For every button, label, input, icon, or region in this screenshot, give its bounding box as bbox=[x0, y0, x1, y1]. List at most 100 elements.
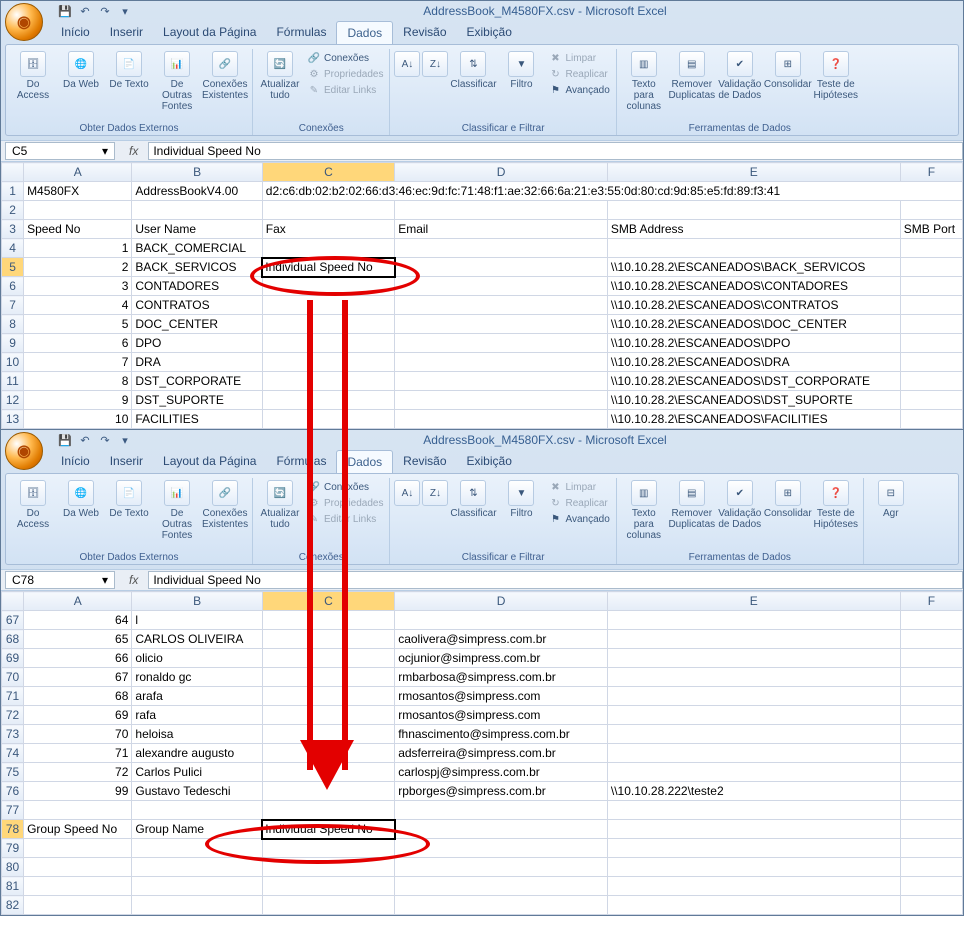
cell[interactable] bbox=[607, 687, 900, 706]
cell[interactable]: 69 bbox=[24, 706, 132, 725]
sort-desc-button[interactable]: Z↓ bbox=[424, 51, 446, 79]
cell[interactable]: \\10.10.28.2\ESCANEADOS\CONTRATOS bbox=[607, 296, 900, 315]
cell[interactable] bbox=[262, 687, 394, 706]
cell[interactable]: 68 bbox=[24, 687, 132, 706]
cell[interactable] bbox=[262, 410, 394, 429]
cell[interactable]: caolivera@simpress.com.br bbox=[395, 630, 608, 649]
cell[interactable] bbox=[395, 315, 608, 334]
cell[interactable] bbox=[262, 782, 394, 801]
cell[interactable] bbox=[900, 611, 962, 630]
cell[interactable] bbox=[900, 334, 962, 353]
office-button[interactable]: ◉ bbox=[5, 432, 43, 470]
row-header[interactable]: 68 bbox=[2, 630, 24, 649]
cell[interactable]: d2:c6:db:02:b2:02:66:d3:46:ec:9d:fc:71:4… bbox=[262, 182, 962, 201]
cell[interactable] bbox=[607, 725, 900, 744]
col-header-F[interactable]: F bbox=[900, 163, 962, 182]
row-header[interactable]: 74 bbox=[2, 744, 24, 763]
cell[interactable]: 5 bbox=[24, 315, 132, 334]
cell[interactable]: BACK_COMERCIAL bbox=[132, 239, 262, 258]
remove-dup-button[interactable]: ▤Remover Duplicatas bbox=[671, 480, 713, 530]
cell[interactable]: 71 bbox=[24, 744, 132, 763]
existing-conn-button[interactable]: 🔗Conexões Existentes bbox=[204, 51, 246, 101]
cell[interactable] bbox=[395, 372, 608, 391]
row-header[interactable]: 13 bbox=[2, 410, 24, 429]
tab-formulas[interactable]: Fórmulas bbox=[266, 21, 336, 44]
cell[interactable] bbox=[900, 877, 962, 896]
cell[interactable]: 10 bbox=[24, 410, 132, 429]
cell[interactable]: Gustavo Tedeschi bbox=[132, 782, 262, 801]
row-header[interactable]: 1 bbox=[2, 182, 24, 201]
row-header[interactable]: 76 bbox=[2, 782, 24, 801]
from-other-button[interactable]: 📊De Outras Fontes bbox=[156, 480, 198, 541]
cell[interactable] bbox=[900, 782, 962, 801]
tab-insert[interactable]: Inserir bbox=[100, 450, 153, 473]
cell[interactable]: DST_CORPORATE bbox=[132, 372, 262, 391]
cell[interactable] bbox=[132, 896, 262, 915]
cell[interactable]: 6 bbox=[24, 334, 132, 353]
data-validation-button[interactable]: ✔Validação de Dados bbox=[719, 480, 761, 530]
sort-desc-button[interactable]: Z↓ bbox=[424, 480, 446, 508]
col-header-A[interactable]: A bbox=[24, 163, 132, 182]
cell[interactable] bbox=[262, 649, 394, 668]
cell[interactable]: 66 bbox=[24, 649, 132, 668]
edit-links-button[interactable]: ✎Editar Links bbox=[307, 512, 383, 526]
cell[interactable] bbox=[900, 668, 962, 687]
cell[interactable] bbox=[262, 763, 394, 782]
save-icon[interactable]: 💾 bbox=[57, 3, 73, 19]
cell[interactable] bbox=[900, 801, 962, 820]
cell[interactable] bbox=[262, 801, 394, 820]
cell[interactable] bbox=[24, 896, 132, 915]
cell[interactable]: 9 bbox=[24, 391, 132, 410]
cell[interactable] bbox=[900, 258, 962, 277]
cell[interactable] bbox=[262, 706, 394, 725]
column-headers[interactable]: A B C D E F bbox=[2, 592, 963, 611]
redo-icon[interactable]: ↷ bbox=[97, 432, 113, 448]
reapply-button[interactable]: ↻Reaplicar bbox=[548, 67, 609, 81]
cell[interactable] bbox=[395, 353, 608, 372]
cell[interactable]: Group Speed No bbox=[24, 820, 132, 839]
cell[interactable]: \\10.10.28.2\ESCANEADOS\DRA bbox=[607, 353, 900, 372]
cell[interactable]: DPO bbox=[132, 334, 262, 353]
cell[interactable]: CONTADORES bbox=[132, 277, 262, 296]
sort-button[interactable]: ⇅Classificar bbox=[452, 51, 494, 90]
tab-layout[interactable]: Layout da Página bbox=[153, 450, 266, 473]
cell[interactable]: ronaldo gc bbox=[132, 668, 262, 687]
cell[interactable] bbox=[262, 334, 394, 353]
name-box[interactable]: C5▾ bbox=[5, 142, 115, 160]
cell[interactable] bbox=[132, 801, 262, 820]
col-header-D[interactable]: D bbox=[395, 592, 608, 611]
row-header[interactable]: 2 bbox=[2, 201, 24, 220]
row-header[interactable]: 9 bbox=[2, 334, 24, 353]
cell[interactable] bbox=[262, 315, 394, 334]
filter-button[interactable]: ▼Filtro bbox=[500, 51, 542, 90]
cell[interactable]: \\10.10.28.2\ESCANEADOS\FACILITIES bbox=[607, 410, 900, 429]
tab-formulas[interactable]: Fórmulas bbox=[266, 450, 336, 473]
tab-view[interactable]: Exibição bbox=[457, 21, 522, 44]
cell[interactable]: \\10.10.28.2\ESCANEADOS\CONTADORES bbox=[607, 277, 900, 296]
consolidate-button[interactable]: ⊞Consolidar bbox=[767, 480, 809, 519]
cell[interactable] bbox=[24, 839, 132, 858]
tab-review[interactable]: Revisão bbox=[393, 450, 456, 473]
whatif-button[interactable]: ❓Teste de Hipóteses bbox=[815, 480, 857, 530]
row-header[interactable]: 3 bbox=[2, 220, 24, 239]
cell[interactable] bbox=[132, 858, 262, 877]
tab-view[interactable]: Exibição bbox=[457, 450, 522, 473]
cell[interactable] bbox=[900, 391, 962, 410]
col-header-E[interactable]: E bbox=[607, 592, 900, 611]
row-header[interactable]: 8 bbox=[2, 315, 24, 334]
tab-home[interactable]: Início bbox=[51, 450, 100, 473]
text-to-columns-button[interactable]: ▥Texto para colunas bbox=[623, 51, 665, 112]
cell[interactable] bbox=[607, 630, 900, 649]
cell[interactable] bbox=[900, 372, 962, 391]
cell[interactable] bbox=[900, 839, 962, 858]
cell[interactable] bbox=[262, 239, 394, 258]
cell[interactable] bbox=[900, 725, 962, 744]
row-header[interactable]: 6 bbox=[2, 277, 24, 296]
col-header-C[interactable]: C bbox=[262, 163, 394, 182]
namebox-dropdown-icon[interactable]: ▾ bbox=[102, 144, 108, 158]
cell[interactable]: 8 bbox=[24, 372, 132, 391]
refresh-all-button[interactable]: 🔄Atualizar tudo bbox=[259, 51, 301, 101]
select-all-cell[interactable] bbox=[2, 592, 24, 611]
cell[interactable] bbox=[262, 611, 394, 630]
tab-home[interactable]: Início bbox=[51, 21, 100, 44]
